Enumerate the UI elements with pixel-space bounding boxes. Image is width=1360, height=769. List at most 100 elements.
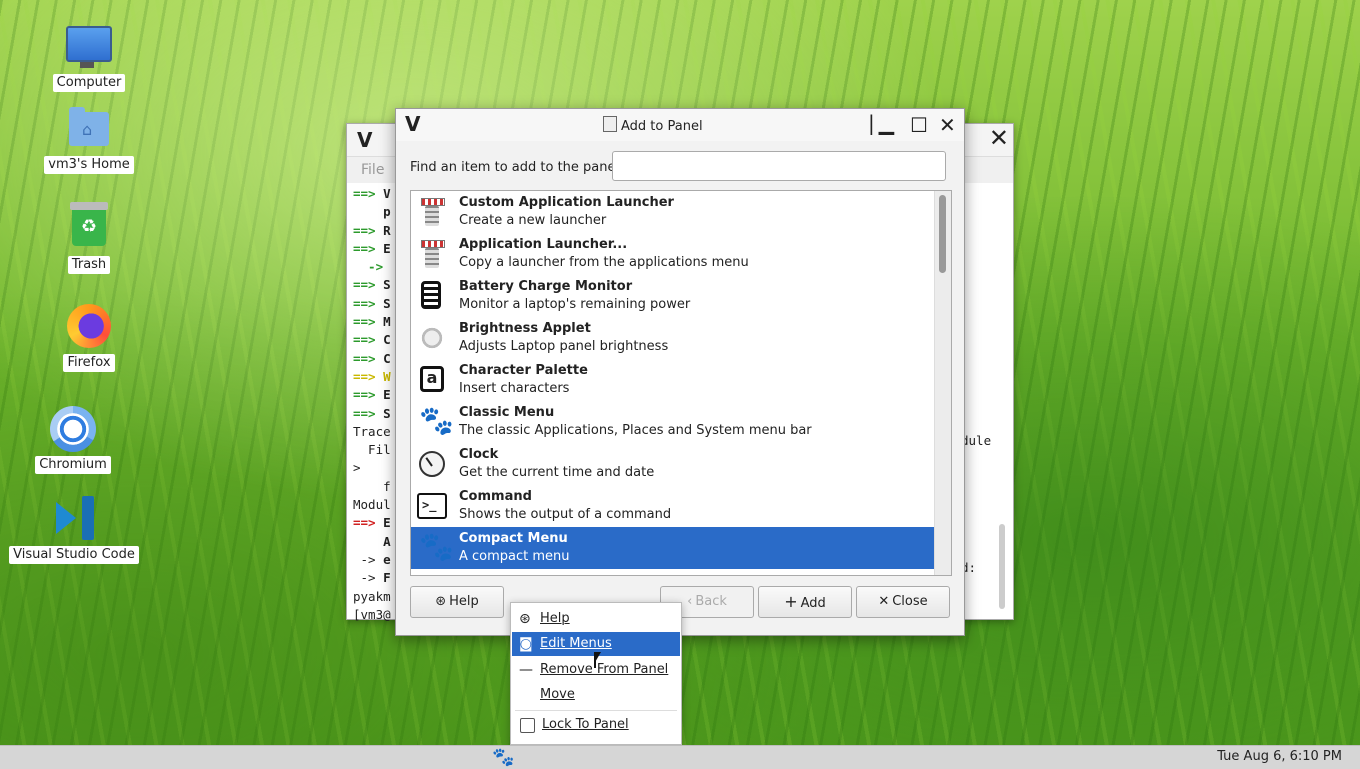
window-menu-icon[interactable]: V [357, 128, 372, 152]
desktop-icon-home[interactable]: vm3's Home [24, 106, 154, 174]
list-item[interactable]: Brightness Applet Adjusts Laptop panel br… [411, 317, 934, 359]
desktop-icon-label: Computer [52, 74, 126, 92]
terminal-line-prefix: Modul [353, 497, 391, 513]
list-item[interactable]: Battery Charge Monitor Monitor a laptop's… [411, 275, 934, 317]
dialog-titlebar[interactable]: V Add to Panel | ▁ ☐ ✕ [396, 109, 964, 141]
add-to-panel-dialog: V Add to Panel | ▁ ☐ ✕ Find an item to a… [395, 108, 965, 636]
applet-list[interactable]: Custom Application Launcher Create a new … [410, 190, 952, 576]
list-item[interactable]: >_ Command Shows the output of a command [411, 485, 934, 527]
edit-menus-icon: ◙ [519, 636, 533, 652]
list-item[interactable]: 🐾 Classic Menu The classic Applications, P… [411, 401, 934, 443]
list-item-name: Custom Application Launcher [459, 195, 674, 210]
list-item-description: Shows the output of a command [459, 507, 672, 522]
terminal-line-prefix: ==> [353, 350, 384, 366]
home-folder-icon [66, 106, 112, 152]
help-button-label: Help [449, 594, 479, 609]
chevron-left-icon: ‹ [687, 594, 693, 609]
list-item[interactable]: 🐾 Compact Menu A compact menu [411, 527, 934, 569]
menu-item-label: Move [540, 687, 575, 702]
computer-icon [66, 24, 112, 70]
close-button-label: Close [892, 594, 928, 609]
terminal-line-prefix: ==> [353, 240, 384, 256]
desktop-icon-vscode[interactable]: Visual Studio Code [9, 496, 139, 564]
list-item-description: Get the current time and date [459, 465, 655, 480]
desktop-icon-label: vm3's Home [44, 156, 134, 174]
terminal-line-prefix: ==> [353, 515, 384, 531]
terminal-scrollbar[interactable] [999, 524, 1005, 609]
character-palette-icon: a [417, 364, 447, 396]
list-scrollbar[interactable] [934, 191, 951, 575]
menu-item-label: Help [540, 611, 570, 626]
terminal-line-prefix: ==> [353, 314, 384, 330]
list-item-description: The classic Applications, Places and Sys… [459, 423, 812, 438]
mouse-cursor-icon [594, 652, 601, 668]
terminal-line-prefix: ==> [353, 332, 384, 348]
terminal-line-prefix [353, 204, 383, 219]
gnome-foot-icon: 🐾 [419, 404, 454, 437]
maximize-icon[interactable]: ☐ [910, 113, 928, 137]
list-item-name: Battery Charge Monitor [459, 279, 633, 294]
terminal-line-text: A [383, 533, 391, 549]
list-item[interactable]: Custom Application Launcher Create a new … [411, 191, 934, 233]
menu-file[interactable]: File [361, 162, 384, 178]
plus-icon: + [784, 592, 798, 611]
terminal-line-text: R [383, 222, 391, 238]
minimize-icon[interactable]: | ▁ [868, 111, 894, 135]
list-item-name: Compact Menu [459, 531, 568, 546]
window-menu-icon[interactable]: V [405, 112, 420, 136]
list-item-description: A compact menu [459, 549, 570, 564]
terminal-line-prefix [353, 534, 383, 549]
help-icon: ⊛ [519, 611, 531, 627]
list-item-description: Adjusts Laptop panel brightness [459, 339, 669, 354]
help-button[interactable]: ⊛ Help [410, 586, 504, 618]
close-button[interactable]: ✕ Close [856, 586, 950, 618]
terminal-line-prefix: [vm3@ [353, 606, 391, 622]
close-icon[interactable]: ✕ [989, 124, 1009, 152]
launcher-icon [417, 238, 447, 270]
terminal-line-text: S [383, 277, 391, 293]
back-button-label: Back [695, 594, 727, 609]
panel-clock[interactable]: Tue Aug 6, 6:10 PM [1217, 749, 1342, 764]
menu-item-move[interactable]: Move [512, 683, 680, 707]
list-item-description: Insert characters [459, 381, 570, 396]
terminal-text-fragment: dule [961, 433, 992, 448]
terminal-line-prefix: ==> [353, 277, 384, 293]
list-item-name: Classic Menu [459, 405, 555, 420]
menu-item-help[interactable]: ⊛ Help [512, 607, 680, 631]
terminal-line-prefix: ==> [353, 368, 384, 384]
list-item-name: Brightness Applet [459, 321, 591, 336]
terminal-line-text: E [383, 387, 391, 403]
menu-separator [515, 710, 677, 711]
terminal-line-text: p [383, 204, 391, 220]
brightness-icon [417, 322, 447, 354]
menu-item-label: Remove From Panel [540, 662, 669, 677]
help-icon: ⊛ [435, 594, 447, 609]
terminal-line-prefix: ==> [353, 387, 384, 403]
checkbox[interactable] [520, 718, 535, 733]
desktop-icon-chromium[interactable]: Chromium [8, 406, 138, 474]
gnome-foot-icon[interactable]: 🐾 [492, 747, 514, 768]
close-icon: ✕ [878, 594, 890, 609]
terminal-line-text: C [383, 350, 391, 366]
menu-item-lock-to-panel[interactable]: Lock To Panel [512, 713, 680, 737]
list-item[interactable]: Application Launcher... Copy a launcher f… [411, 233, 934, 275]
trash-icon [66, 202, 112, 252]
list-item[interactable]: a Character Palette Insert characters [411, 359, 934, 401]
terminal-line-text: F [383, 570, 391, 586]
desktop-icon-firefox[interactable]: Firefox [24, 304, 154, 372]
list-item[interactable]: Clock Get the current time and date [411, 443, 934, 485]
terminal-line-text: W [383, 368, 391, 384]
find-input[interactable] [612, 151, 946, 181]
terminal-line-text: S [383, 295, 391, 311]
desktop-icon-label: Firefox [63, 354, 115, 372]
desktop-icon-computer[interactable]: Computer [24, 24, 154, 92]
add-button[interactable]: + Add [758, 586, 852, 618]
terminal-line-prefix: Trace [353, 423, 391, 439]
bottom-panel[interactable]: 🐾 Tue Aug 6, 6:10 PM [0, 745, 1360, 769]
scrollbar-thumb[interactable] [939, 195, 946, 273]
desktop-icon-trash[interactable]: Trash [24, 202, 154, 274]
dialog-title: Add to Panel [603, 116, 703, 134]
close-icon[interactable]: ✕ [939, 113, 956, 137]
terminal-line-prefix: -> [353, 570, 384, 586]
find-row: Find an item to add to the panel: [410, 151, 950, 185]
